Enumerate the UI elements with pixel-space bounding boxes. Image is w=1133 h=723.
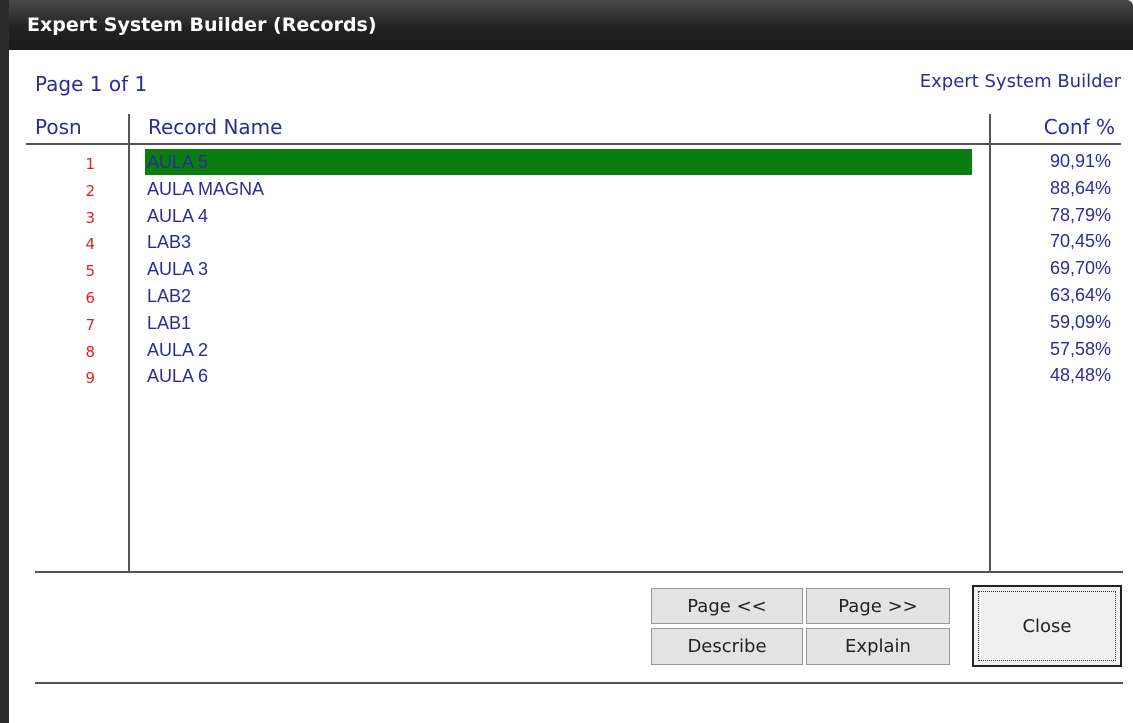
record-name[interactable]: AULA MAGNA (145, 176, 972, 202)
record-confidence: 63,64% (1049, 285, 1111, 305)
window-title: Expert System Builder (Records) (27, 14, 377, 36)
page-prev-button[interactable]: Page << (651, 588, 803, 624)
describe-button[interactable]: Describe (651, 628, 803, 665)
record-confidence: 88,64% (1049, 177, 1111, 198)
record-confidence: 48,48% (1049, 365, 1111, 386)
record-confidence: 59,09% (1049, 311, 1111, 332)
record-position: 4 (85, 235, 95, 254)
record-position: 7 (85, 315, 95, 334)
records-panel: Page 1 of 1 Expert System Builder Posn R… (9, 50, 1133, 723)
record-name[interactable]: AULA 4 (145, 203, 972, 229)
record-name[interactable]: AULA 2 (145, 337, 972, 363)
app-name-label: Expert System Builder (919, 71, 1121, 92)
record-position: 6 (85, 289, 95, 307)
explain-button[interactable]: Explain (806, 628, 950, 665)
footer-divider (35, 682, 1123, 684)
record-name[interactable]: AULA 6 (145, 363, 972, 389)
page-next-button[interactable]: Page >> (806, 588, 950, 624)
title-bar[interactable]: Expert System Builder (Records) (0, 0, 1133, 50)
column-separator-right (989, 114, 991, 573)
header-divider (26, 143, 1121, 145)
column-header-conf: Conf % (1043, 115, 1115, 139)
record-position: 1 (85, 155, 95, 173)
records-window: Expert System Builder (Records) Page 1 o… (0, 0, 1133, 723)
record-name[interactable]: LAB1 (145, 310, 972, 336)
record-name[interactable]: LAB2 (145, 283, 972, 309)
page-indicator: Page 1 of 1 (35, 72, 148, 96)
close-button-label: Close (1022, 615, 1072, 637)
record-confidence: 70,45% (1049, 231, 1111, 252)
close-button[interactable]: Close (972, 585, 1122, 667)
record-position: 8 (85, 342, 95, 361)
column-separator-left (128, 114, 130, 573)
record-position: 9 (85, 369, 95, 388)
record-position: 2 (85, 181, 95, 200)
record-confidence: 78,79% (1049, 204, 1111, 225)
record-confidence: 69,70% (1049, 258, 1111, 279)
record-position: 3 (85, 208, 95, 227)
column-header-posn: Posn (35, 115, 82, 139)
column-header-record-name: Record Name (148, 115, 283, 139)
record-confidence: 57,58% (1049, 338, 1111, 359)
record-confidence: 90,91% (1049, 151, 1111, 171)
record-name[interactable]: AULA 3 (145, 256, 972, 282)
record-name-selected[interactable]: AULA 5 (145, 149, 972, 175)
window-left-border (0, 0, 9, 723)
record-position: 5 (85, 262, 95, 281)
list-bottom-divider (35, 571, 1123, 573)
record-name[interactable]: LAB3 (145, 229, 972, 255)
